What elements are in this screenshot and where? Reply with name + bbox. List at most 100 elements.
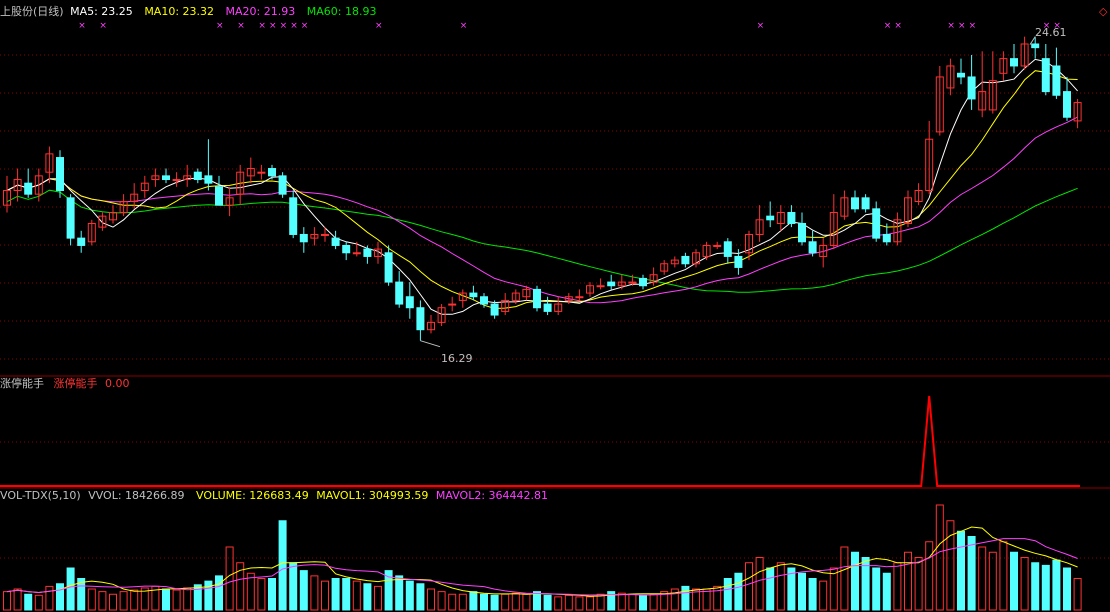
signal-marker: × [237, 21, 245, 31]
volume-bar [766, 567, 775, 611]
volume-bar [310, 575, 319, 611]
candle-body [56, 157, 64, 192]
candle-body [766, 215, 775, 221]
volume-bar [893, 562, 902, 611]
volume-bar [119, 591, 128, 611]
volume-bar [204, 580, 213, 611]
volume-bar [416, 583, 425, 611]
volume-bar [978, 546, 987, 611]
signal-marker: × [269, 21, 277, 31]
candle-body [363, 248, 372, 257]
candle-body [490, 303, 499, 316]
candle-body [1041, 58, 1050, 93]
signal-marker: × [78, 21, 86, 31]
candle-body [215, 186, 223, 206]
volume-bar [13, 588, 22, 611]
ma10-label: MA10: 23.32 [144, 5, 215, 18]
volume-bar [999, 541, 1008, 611]
volume-bar [702, 588, 711, 611]
volume-bar [331, 578, 340, 611]
low-price-annotation: 16.29 [441, 352, 473, 365]
signal-marker: × [894, 21, 902, 31]
ma20-line [6, 116, 1078, 304]
candle-body [405, 296, 414, 309]
vvol-label: VVOL: 184266.89 [88, 489, 185, 502]
candle-body [352, 252, 361, 255]
candle-body [384, 252, 393, 283]
signal-marker: × [99, 21, 107, 31]
volume-bar [427, 588, 435, 611]
volume-bar [522, 593, 531, 611]
volume-bar [24, 593, 33, 611]
kline-chart-canvas[interactable]: × × × × × × × × × × × × × × × × × × × [0, 0, 1110, 612]
candle-body [342, 244, 351, 254]
volume-bar [840, 546, 849, 611]
candle-body [204, 175, 213, 184]
volume-bar [925, 541, 934, 611]
candle-body [172, 179, 181, 182]
candle-body [1063, 91, 1071, 118]
candle-body [957, 72, 965, 78]
volume-bar [511, 592, 520, 611]
volume-bar [162, 588, 170, 611]
volume-bar [193, 584, 202, 611]
candle-body [798, 222, 806, 243]
volume-bar [776, 562, 785, 611]
signal-marker: × [884, 21, 892, 31]
indicator-header: 涨停能手 涨停能手 0.00 [0, 377, 130, 391]
candle-body [575, 296, 584, 299]
volume-bar [246, 572, 255, 611]
volume-bar [98, 591, 107, 611]
candle-body [268, 168, 276, 177]
volume-bar [490, 594, 499, 611]
signal-marker: × [757, 21, 765, 31]
candle-body [808, 241, 817, 254]
volume-bar [130, 589, 139, 611]
indicator-name: 涨停能手 [0, 377, 44, 390]
volume-bar [586, 596, 594, 611]
volume-bar [395, 575, 404, 611]
candle-body [713, 244, 722, 247]
price-header: 上股份(日线) MA5: 23.25 MA10: 23.32 MA20: 21.… [0, 5, 376, 19]
volume-bar [1010, 551, 1018, 611]
volume-bar [289, 562, 298, 611]
signal-marker: × [375, 21, 383, 31]
candle-body [278, 175, 287, 195]
candle-body [416, 307, 425, 331]
signal-marker: × [290, 21, 298, 31]
candle-body [193, 171, 202, 181]
signal-marker: × [947, 21, 955, 31]
volume-bar [45, 585, 54, 611]
volume-bar [808, 578, 817, 611]
candle-body [448, 303, 457, 306]
volume-bar [564, 594, 573, 611]
volume-bar [554, 596, 563, 611]
volume-bar [458, 593, 467, 611]
candle-body [257, 171, 266, 174]
signal-marker: × [280, 21, 288, 31]
volume-bar [278, 520, 287, 611]
volume-bar [798, 572, 806, 611]
ma10-line [6, 70, 1078, 310]
candle-body [543, 303, 552, 312]
volume-header: VOL-TDX(5,10) VVOL: 184266.89 VOLUME: 12… [0, 489, 548, 503]
volume-bar [713, 585, 722, 611]
volume-label: VOLUME: 126683.49 [196, 489, 309, 502]
volume-bar [745, 562, 753, 611]
volume-bar [957, 530, 965, 611]
candle-body [331, 237, 340, 246]
signal-marker: × [216, 21, 224, 31]
diamond-icon[interactable]: ◇ [1099, 5, 1107, 19]
volume-bar [215, 575, 223, 611]
volume-bar [3, 591, 11, 611]
candle-body [787, 211, 796, 224]
volume-bar [1052, 559, 1061, 611]
candle-body [681, 255, 690, 265]
volume-bar [819, 580, 828, 611]
candle-body [734, 255, 743, 268]
ma5-label: MA5: 23.25 [70, 5, 133, 18]
volume-bar [363, 583, 372, 611]
volume-bar [109, 593, 117, 611]
zt-signal-line [0, 395, 1080, 487]
candle-body [851, 197, 859, 210]
